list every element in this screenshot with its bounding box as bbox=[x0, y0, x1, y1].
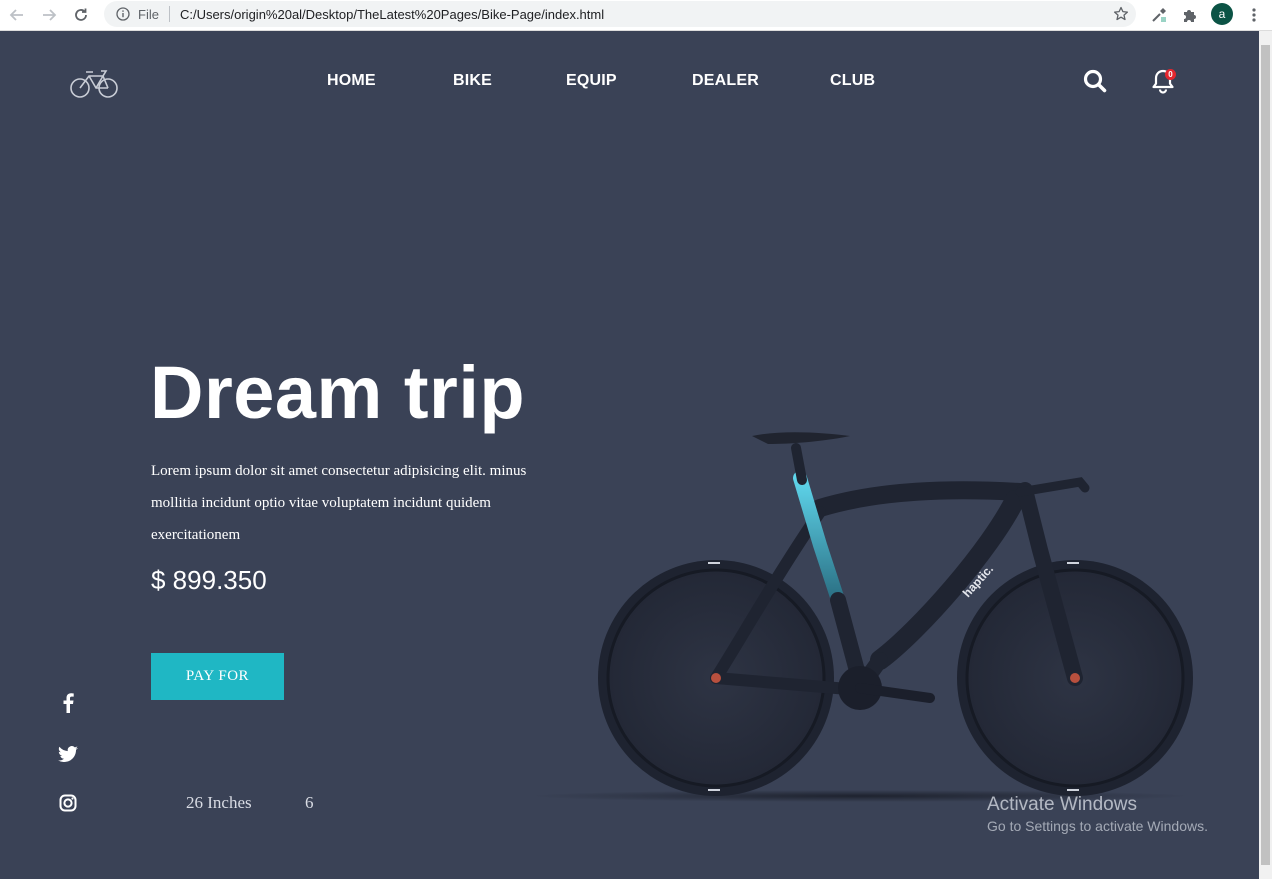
search-icon[interactable] bbox=[1082, 68, 1108, 94]
browser-toolbar: File C:/Users/origin%20al/Desktop/TheLat… bbox=[0, 0, 1272, 31]
bike-image: haptic. bbox=[520, 420, 1210, 810]
gear-count-spec: 6 bbox=[305, 793, 314, 812]
facebook-icon[interactable] bbox=[58, 693, 78, 713]
reload-button[interactable] bbox=[70, 4, 92, 26]
file-label: File bbox=[138, 6, 159, 22]
forward-button[interactable] bbox=[38, 4, 60, 26]
product-price: $ 899.350 bbox=[151, 565, 267, 595]
more-menu-icon[interactable] bbox=[1243, 4, 1265, 26]
back-button[interactable] bbox=[6, 4, 28, 26]
activation-watermark-subtitle: Go to Settings to activate Windows. bbox=[987, 818, 1208, 834]
twitter-icon[interactable] bbox=[58, 744, 78, 764]
arrow-left-icon bbox=[9, 9, 23, 21]
address-bar[interactable]: File C:/Users/origin%20al/Desktop/TheLat… bbox=[104, 1, 1136, 27]
eyedropper-extension-icon[interactable] bbox=[1148, 4, 1170, 26]
info-icon[interactable] bbox=[116, 7, 130, 21]
url-text[interactable]: C:/Users/origin%20al/Desktop/TheLatest%2… bbox=[180, 7, 604, 22]
nav-club[interactable]: CLUB bbox=[830, 72, 875, 90]
bookmark-star-icon[interactable] bbox=[1112, 5, 1130, 23]
notification-count-badge: 0 bbox=[1165, 69, 1176, 80]
nav-equip[interactable]: EQUIP bbox=[566, 72, 617, 90]
page-scrollbar[interactable] bbox=[1259, 31, 1272, 879]
activation-watermark-title: Activate Windows bbox=[987, 794, 1137, 815]
nav-dealer[interactable]: DEALER bbox=[692, 72, 759, 90]
hero-title: Dream trip bbox=[150, 351, 526, 434]
arrow-right-icon bbox=[43, 9, 57, 21]
nav-bike[interactable]: BIKE bbox=[453, 72, 492, 90]
notifications-button[interactable]: 0 bbox=[1150, 67, 1178, 95]
profile-avatar[interactable]: a bbox=[1211, 3, 1233, 25]
reload-icon bbox=[75, 8, 87, 21]
puzzle-extensions-icon[interactable] bbox=[1179, 4, 1201, 26]
instagram-icon[interactable] bbox=[58, 793, 78, 813]
pay-for-button[interactable]: PAY FOR bbox=[151, 653, 284, 700]
nav-home[interactable]: HOME bbox=[327, 72, 376, 90]
divider bbox=[168, 6, 170, 22]
wheel-size-spec: 26 Inches bbox=[186, 793, 252, 812]
hero-description: Lorem ipsum dolor sit amet consectetur a… bbox=[151, 463, 527, 543]
scrollbar-thumb[interactable] bbox=[1261, 45, 1270, 865]
bicycle-logo-icon[interactable] bbox=[68, 66, 120, 100]
